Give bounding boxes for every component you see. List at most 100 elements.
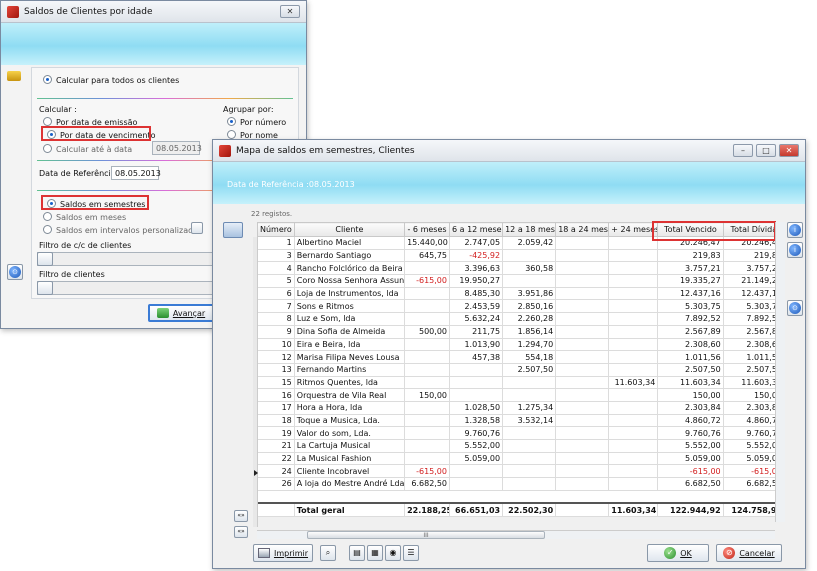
column-header[interactable]: 6 a 12 meses bbox=[448, 222, 504, 237]
globe-button[interactable]: ◉ bbox=[385, 545, 401, 561]
table-cell: 3.757,21 bbox=[657, 261, 724, 276]
table-cell: 1.856,14 bbox=[502, 324, 557, 339]
table-cell bbox=[404, 362, 450, 377]
calc-ate-date-field[interactable]: 08.05.2013 bbox=[152, 141, 202, 155]
table-cell: 554,18 bbox=[502, 350, 557, 364]
table-cell: 19 bbox=[257, 426, 295, 440]
table-cell: 5.552,00 bbox=[448, 439, 504, 453]
table-row[interactable]: 4Rancho Folclórico da Beira Baixa 3.396,6… bbox=[257, 261, 786, 276]
table-cell: 1.028,50 bbox=[448, 400, 504, 415]
imprimir-button[interactable]: Imprimir bbox=[253, 544, 313, 562]
cancelar-button[interactable]: ⊘ Cancelar bbox=[716, 544, 782, 562]
table-cell bbox=[404, 337, 450, 352]
intervals-edit-button[interactable] bbox=[191, 222, 203, 234]
table-row[interactable]: 19 Valor do som, Lda. 9.760,76 9.760,76 9.76… bbox=[257, 426, 786, 440]
saldos-intervalos-option[interactable]: Saldos em intervalos personalizados bbox=[43, 225, 202, 235]
table-cell: 19.950,27 bbox=[448, 274, 504, 288]
total-cell: 66.651,03 bbox=[448, 501, 504, 518]
export-button[interactable]: ▤ bbox=[349, 545, 365, 561]
minimize-button[interactable]: – bbox=[733, 144, 753, 157]
column-header[interactable]: 18 a 24 meses bbox=[555, 222, 610, 237]
calcular-title: Calcular : bbox=[39, 105, 77, 114]
table-row[interactable]: 16 Orquestra de Vila Real 150,00 150,00 150,… bbox=[257, 388, 786, 402]
table-row[interactable]: 17 Hora a Hora, lda 1.028,50 1.275,34 2.303,… bbox=[257, 400, 786, 415]
table-cell: 2.507,50 bbox=[657, 362, 724, 377]
ok-button[interactable]: ✓ OK bbox=[647, 544, 709, 562]
table-row[interactable]: 7 Sons e Ritmos 2.453,59 2.850,16 5.303,75 5.… bbox=[257, 299, 786, 314]
agrupar-numero-option[interactable]: Por número bbox=[227, 117, 286, 127]
table-cell bbox=[555, 236, 610, 250]
table-cell bbox=[404, 439, 450, 453]
saldos-grid[interactable]: Número Cliente - 6 meses 6 a 12 meses 12 a 1… bbox=[257, 222, 786, 518]
table-row[interactable]: 22 La Musical Fashion 5.059,00 5.059,00 5.05… bbox=[257, 451, 786, 466]
table-cell: 4 bbox=[257, 261, 295, 276]
table-cell bbox=[608, 400, 659, 415]
hscroll-thumb[interactable]: III bbox=[307, 531, 545, 539]
calc-all-option[interactable]: Calcular para todos os clientes bbox=[43, 75, 179, 85]
table-cell: 219,83 bbox=[657, 248, 724, 263]
table-row[interactable]: 5Coro Nossa Senhora Assunção-615,0019.95… bbox=[257, 274, 786, 288]
column-header[interactable]: + 24 meses bbox=[608, 222, 659, 237]
app-icon bbox=[219, 144, 231, 157]
preview-button[interactable]: ⌕ bbox=[320, 545, 336, 561]
column-header[interactable]: Número bbox=[257, 222, 295, 237]
table-cell: 1.294,70 bbox=[502, 337, 557, 352]
info-button-2[interactable]: i bbox=[787, 242, 803, 258]
table-cell: 11.603,34 bbox=[608, 375, 659, 390]
table-row[interactable]: 15 Ritmos Quentes, lda 11.603,34 11.603,34 1… bbox=[257, 375, 786, 390]
calc-all-label: Calcular para todos os clientes bbox=[56, 76, 180, 85]
table-cell: Hora a Hora, lda bbox=[293, 400, 406, 415]
table-cell bbox=[555, 286, 610, 301]
expand-button[interactable]: «» bbox=[234, 526, 248, 538]
info-button-1[interactable]: i bbox=[787, 222, 803, 238]
table-row[interactable]: 21 La Cartuja Musical 5.552,00 5.552,00 5.55… bbox=[257, 439, 786, 453]
saldos-meses-option[interactable]: Saldos em meses bbox=[43, 212, 126, 222]
table-cell bbox=[555, 464, 610, 479]
table-row[interactable]: 3 Bernardo Santiago 645,75 -425,92 219,83 219… bbox=[257, 248, 786, 263]
column-header[interactable]: Cliente bbox=[293, 222, 406, 237]
table-row[interactable]: 12 Marisa Filipa Neves Lousa 457,38 554,18 1… bbox=[257, 350, 786, 364]
grid-horizontal-scrollbar[interactable]: III bbox=[257, 530, 775, 539]
grid-icon: ▦ bbox=[371, 548, 379, 557]
row-indicator-strip bbox=[253, 237, 258, 527]
table-cell bbox=[608, 388, 659, 402]
grid-button[interactable]: ▦ bbox=[367, 545, 383, 561]
column-header[interactable]: 12 a 18 meses bbox=[502, 222, 557, 237]
filtro-clientes-button[interactable] bbox=[37, 281, 53, 295]
table-row[interactable]: 10 Eira e Beira, lda 1.013,90 1.294,70 2.308… bbox=[257, 337, 786, 352]
table-cell bbox=[258, 490, 295, 503]
grid-vertical-scrollbar[interactable] bbox=[775, 222, 785, 522]
table-row[interactable]: 26 A loja do Mestre André Lda 6.682,50 6.68… bbox=[257, 477, 786, 491]
calc-ate-option[interactable]: Calcular até à data bbox=[43, 144, 132, 154]
avancar-button[interactable]: Avançar bbox=[148, 304, 214, 322]
table-row[interactable]: 8 Luz e Som, lda 5.632,24 2.260,28 7.892,52 7… bbox=[257, 312, 786, 326]
table-cell: 15.440,00 bbox=[404, 236, 450, 250]
table-cell: 9.760,76 bbox=[657, 426, 724, 440]
close-button[interactable]: ✕ bbox=[280, 5, 300, 18]
table-cell bbox=[405, 490, 450, 503]
saldos-intervalos-label: Saldos em intervalos personalizados bbox=[56, 226, 203, 235]
table-cell bbox=[555, 375, 610, 390]
avancar-label: Avançar bbox=[172, 308, 206, 318]
gear-icon: ⊙ bbox=[789, 302, 801, 314]
ref-date-field[interactable]: 08.05.2013 bbox=[111, 166, 161, 180]
collapse-button[interactable]: «» bbox=[234, 510, 248, 522]
table-cell: 211,75 bbox=[448, 324, 504, 339]
report-button[interactable]: ☰ bbox=[403, 545, 419, 561]
filtro-cc-button[interactable] bbox=[37, 252, 53, 266]
table-cell: 3.532,14 bbox=[502, 413, 557, 428]
table-row[interactable]: 6 Loja de Instrumentos, lda 8.485,30 3.951,… bbox=[257, 286, 786, 301]
highlight-box bbox=[652, 221, 776, 241]
close-button[interactable]: ✕ bbox=[779, 144, 799, 157]
table-row[interactable]: 9 Dina Sofia de Almeida 500,00 211,75 1.856,… bbox=[257, 324, 786, 339]
table-cell bbox=[555, 426, 610, 440]
table-cell: 2.507,50 bbox=[502, 362, 557, 377]
table-cell: 21 bbox=[257, 439, 295, 453]
maximize-button[interactable]: □ bbox=[756, 144, 776, 157]
column-header[interactable]: - 6 meses bbox=[404, 222, 450, 237]
table-row[interactable]: 13 Fernando Martins 2.507,50 2.507,50 2.507,… bbox=[257, 362, 786, 377]
info-side-button[interactable]: ⊙ bbox=[7, 264, 23, 280]
table-row[interactable]: 18 Toque a Musica, Lda. 1.328,58 3.532,14 4.… bbox=[257, 413, 786, 428]
settings-side-button[interactable]: ⊙ bbox=[787, 300, 803, 316]
table-row[interactable]: 24 Cliente Incobravel -615,00 -615,00 -615,0… bbox=[257, 464, 786, 479]
